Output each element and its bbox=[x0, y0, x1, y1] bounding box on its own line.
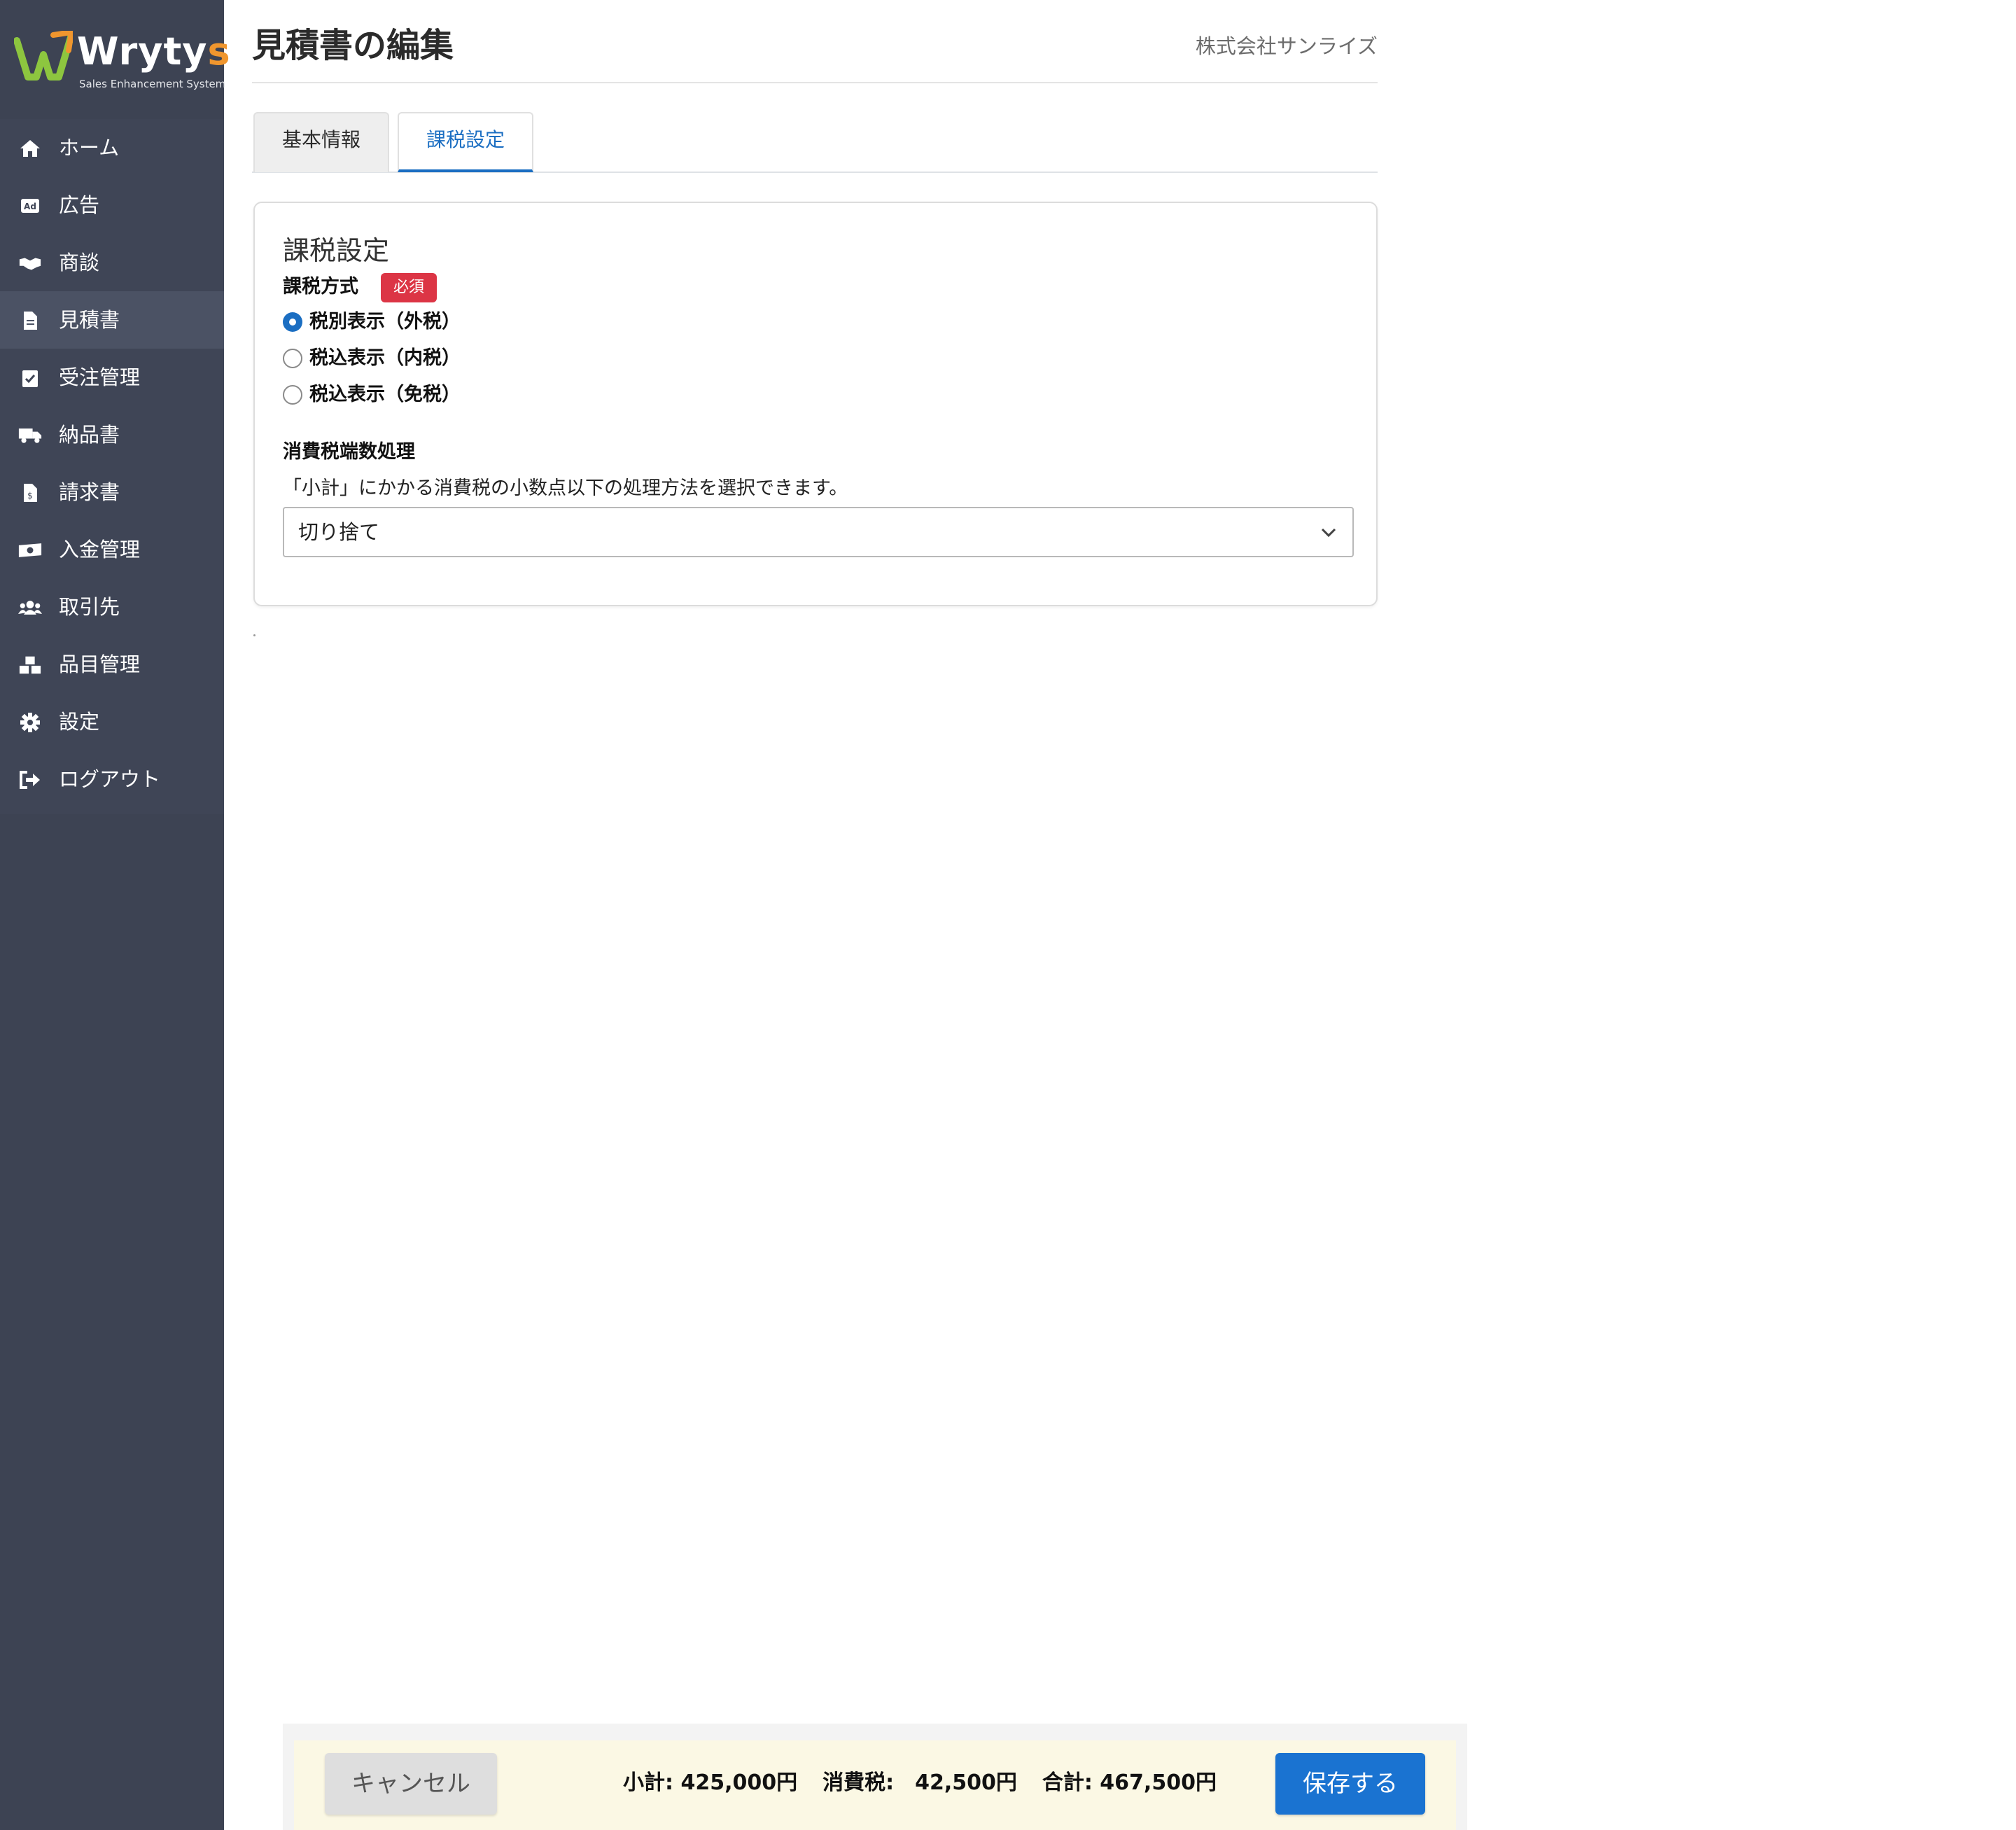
sidebar-item-label: 商談 bbox=[59, 251, 100, 274]
rounding-select-value: 切り捨て bbox=[298, 520, 380, 544]
sidebar-item-clients[interactable]: 取引先 bbox=[0, 578, 224, 636]
app-logo[interactable]: Wrytys Sales Enhancement System bbox=[14, 27, 230, 94]
sidebar-item-label: ホーム bbox=[59, 136, 120, 160]
users-icon bbox=[18, 599, 42, 617]
sidebar-item-home[interactable]: ホーム bbox=[0, 119, 224, 176]
sidebar-item-payments[interactable]: 入金管理 bbox=[0, 521, 224, 578]
sidebar-item-label: 受注管理 bbox=[59, 365, 141, 389]
sidebar-item-label: 取引先 bbox=[59, 595, 120, 619]
svg-text:Ad: Ad bbox=[24, 202, 36, 211]
sidebar-item-label: ログアウト bbox=[59, 767, 161, 791]
radio-label: 税込表示（免税） bbox=[309, 384, 461, 405]
logout-icon bbox=[18, 771, 42, 789]
handshake-icon bbox=[18, 254, 42, 272]
totals-summary: 小計: 425,000円 消費税: 42,500円 合計: 467,500円 bbox=[623, 1764, 1242, 1802]
gear-icon bbox=[18, 713, 42, 732]
sidebar-nav: ホーム Ad 広告 商談 見積書 受注管理 納品書 $ 請求書 入金管理 取引先… bbox=[0, 119, 224, 814]
sidebar-item-logout[interactable]: ログアウト bbox=[0, 750, 224, 808]
clipboard-check-icon bbox=[18, 369, 42, 387]
rounding-label: 消費税端数処理 bbox=[283, 441, 415, 463]
sidebar-item-deals[interactable]: 商談 bbox=[0, 234, 224, 291]
rounding-select[interactable]: 切り捨て bbox=[283, 507, 1354, 557]
sidebar-item-invoices[interactable]: $ 請求書 bbox=[0, 463, 224, 521]
radio-label: 税込表示（内税） bbox=[309, 347, 461, 369]
cancel-button[interactable]: キャンセル bbox=[325, 1753, 497, 1815]
sidebar-item-label: 納品書 bbox=[59, 423, 120, 447]
stray-dot bbox=[253, 634, 255, 636]
home-icon bbox=[18, 139, 42, 158]
sidebar-item-orders[interactable]: 受注管理 bbox=[0, 349, 224, 406]
sidebar-item-delivery[interactable]: 納品書 bbox=[0, 406, 224, 463]
invoice-icon: $ bbox=[18, 484, 42, 502]
radio-button[interactable] bbox=[283, 349, 302, 368]
company-name: 株式会社サンライズ bbox=[1195, 34, 1378, 58]
subtotal-text: 小計: 425,000円 bbox=[623, 1770, 798, 1795]
sidebar-item-estimates[interactable]: 見積書 bbox=[0, 291, 224, 349]
footer-bar: キャンセル 小計: 425,000円 消費税: 42,500円 合計: 467,50… bbox=[294, 1740, 1456, 1830]
radio-button[interactable] bbox=[283, 312, 302, 332]
logo-tagline: Sales Enhancement System bbox=[79, 78, 226, 90]
logo-wordmark: Wrytys bbox=[77, 29, 231, 74]
sidebar-item-label: 設定 bbox=[59, 710, 100, 734]
save-button[interactable]: 保存する bbox=[1275, 1753, 1425, 1815]
radio-button[interactable] bbox=[283, 385, 302, 405]
sidebar-item-label: 見積書 bbox=[59, 308, 120, 332]
page-title: 見積書の編集 bbox=[252, 26, 454, 65]
money-icon bbox=[18, 541, 42, 559]
rounding-help-text: 「小計」にかかる消費税の小数点以下の処理方法を選択できます。 bbox=[283, 477, 848, 499]
document-icon bbox=[18, 312, 42, 330]
sidebar: Wrytys Sales Enhancement System ホーム Ad 広… bbox=[0, 0, 230, 1830]
header-divider bbox=[252, 82, 1378, 83]
sidebar-item-label: 請求書 bbox=[59, 480, 120, 504]
ad-icon: Ad bbox=[18, 197, 42, 215]
tab-basic-info[interactable]: 基本情報 bbox=[253, 112, 389, 172]
tax-text: 消費税: 42,500円 bbox=[822, 1770, 1017, 1795]
radio-label: 税別表示（外税） bbox=[309, 311, 461, 333]
total-text: 合計: 467,500円 bbox=[1042, 1770, 1217, 1795]
truck-icon bbox=[18, 426, 42, 445]
sidebar-item-label: 広告 bbox=[59, 193, 100, 217]
sidebar-item-settings[interactable]: 設定 bbox=[0, 693, 224, 750]
logo-mark-icon bbox=[14, 31, 73, 81]
card-title: 課税設定 bbox=[283, 235, 390, 266]
sidebar-item-ads[interactable]: Ad 広告 bbox=[0, 176, 224, 234]
chevron-down-icon bbox=[1321, 528, 1336, 538]
boxes-icon bbox=[18, 656, 42, 674]
sidebar-item-label: 品目管理 bbox=[59, 652, 141, 676]
required-badge: 必須 bbox=[381, 273, 437, 302]
tab-tax-settings[interactable]: 課税設定 bbox=[398, 112, 533, 172]
sidebar-item-label: 入金管理 bbox=[59, 538, 141, 561]
sidebar-item-products[interactable]: 品目管理 bbox=[0, 636, 224, 693]
tax-method-label: 課税方式 bbox=[283, 276, 358, 298]
svg-text:$: $ bbox=[27, 491, 33, 501]
tax-settings-card: 課税設定 課税方式 必須 税別表示（外税） 税込表示（内税） 税込表示（免税） … bbox=[253, 202, 1378, 606]
